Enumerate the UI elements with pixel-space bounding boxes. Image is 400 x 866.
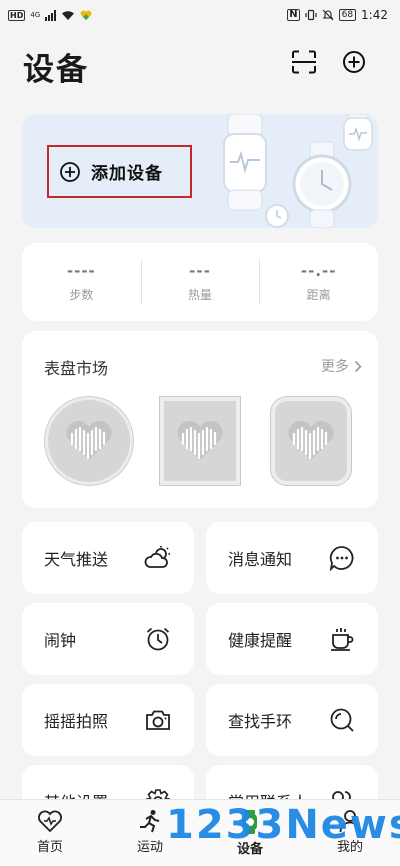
health-app-icon <box>80 10 92 20</box>
mute-bell-icon <box>322 9 333 21</box>
battery-icon: 68 <box>338 9 357 21</box>
nav-label: 首页 <box>36 840 63 855</box>
watermark: 1233News <box>166 802 400 848</box>
plus-circle-icon <box>343 51 365 73</box>
heart-pulse-icon <box>288 420 334 460</box>
message-icon <box>328 544 356 572</box>
heart-pulse-icon <box>66 420 112 460</box>
tile-message-notification[interactable]: 消息通知 <box>206 522 378 594</box>
activity-stats-card: ---- 步数 --- 热量 --.-- 距离 <box>22 243 378 321</box>
hd-indicator: HD <box>8 9 26 21</box>
weather-icon <box>144 544 172 572</box>
add-device-banner: 添加设备 <box>22 114 378 228</box>
tile-label: 查找手环 <box>228 712 293 731</box>
stat-value: --- <box>189 261 211 280</box>
stat-distance[interactable]: --.-- 距离 <box>259 243 378 321</box>
coffee-cup-icon <box>328 625 356 653</box>
stat-value: ---- <box>66 261 96 280</box>
camera-icon <box>144 706 172 734</box>
stat-label: 距离 <box>306 287 331 302</box>
watch-face-rounded-square[interactable] <box>271 397 351 485</box>
page-title: 设备 <box>23 52 89 88</box>
heart-icon <box>38 810 62 833</box>
status-right: N 68 1:42 <box>287 8 388 22</box>
watch-face-market-card: 表盘市场 更多 <box>22 331 378 508</box>
watch-face-round[interactable] <box>45 397 133 485</box>
stat-label: 步数 <box>69 287 94 302</box>
more-link[interactable]: 更多 <box>321 356 362 376</box>
nav-home[interactable]: 首页 <box>0 800 100 866</box>
stat-value: --.-- <box>300 261 337 280</box>
vibrate-icon <box>304 9 317 21</box>
more-label: 更多 <box>321 359 349 375</box>
tile-find-band[interactable]: 查找手环 <box>206 684 378 756</box>
stat-label: 热量 <box>188 287 213 302</box>
stat-steps[interactable]: ---- 步数 <box>22 243 141 321</box>
signal-icon <box>45 9 57 21</box>
scan-button[interactable] <box>290 48 318 76</box>
clock-time: 1:42 <box>361 8 388 22</box>
tile-label: 摇摇拍照 <box>44 712 109 731</box>
network-type: 4G <box>30 11 41 19</box>
plus-circle-icon <box>60 161 80 182</box>
tile-label: 消息通知 <box>228 550 293 569</box>
scan-icon <box>292 50 316 74</box>
watch-face-square[interactable] <box>160 397 240 485</box>
status-bar: HD 4G N 68 1:42 <box>0 0 400 30</box>
watch-face-market-title: 表盘市场 <box>44 359 109 378</box>
tile-weather-push[interactable]: 天气推送 <box>22 522 194 594</box>
stat-calories[interactable]: --- 热量 <box>140 243 260 321</box>
nav-label: 运动 <box>136 840 163 855</box>
chevron-right-icon <box>354 360 362 372</box>
add-device-button[interactable]: 添加设备 <box>47 145 192 198</box>
nfc-icon: N <box>287 9 300 21</box>
running-icon <box>140 810 160 833</box>
add-button[interactable] <box>340 48 368 76</box>
tile-label: 闹钟 <box>44 631 77 650</box>
tile-health-reminder[interactable]: 健康提醒 <box>206 603 378 675</box>
watch-illustration <box>223 114 373 228</box>
heart-pulse-icon <box>177 420 223 460</box>
tile-alarm[interactable]: 闹钟 <box>22 603 194 675</box>
tile-shake-photo[interactable]: 摇摇拍照 <box>22 684 194 756</box>
search-icon <box>328 706 356 734</box>
alarm-clock-icon <box>144 625 172 653</box>
tile-label: 健康提醒 <box>228 631 293 650</box>
wifi-icon <box>62 10 75 20</box>
tile-label: 天气推送 <box>44 550 109 569</box>
add-device-label: 添加设备 <box>91 164 163 184</box>
status-left: HD 4G <box>8 9 92 21</box>
